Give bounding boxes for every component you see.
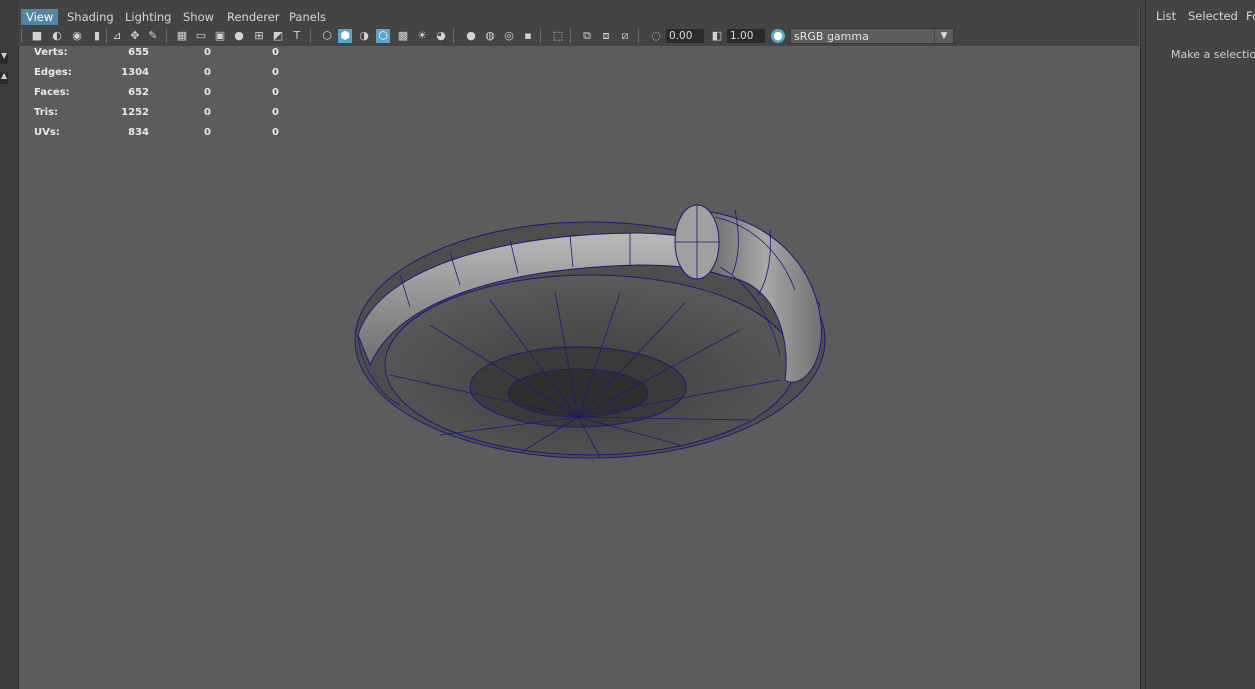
hud-value: 0 [272,47,279,58]
hud-value: 0 [204,107,211,118]
menu-list[interactable]: List [1156,9,1176,23]
textured-icon[interactable]: ▩ [396,29,410,43]
xray-active-components-icon[interactable]: ⧄ [618,29,632,43]
menu-selected[interactable]: Selected [1188,9,1238,23]
3d-mesh-model[interactable] [340,195,860,475]
gamma-field[interactable]: 1.00 [727,29,765,43]
chevron-down-icon: ▼ [934,29,953,43]
depth-of-field-icon[interactable]: ▪ [521,29,535,43]
hud-value: 0 [204,87,211,98]
safe-title-icon[interactable]: T [290,29,304,43]
color-space-select[interactable]: sRGB gamma ▼ [790,28,954,44]
grease-pencil-icon[interactable]: ✎ [146,29,160,43]
expand-handle[interactable]: ▲ [0,72,8,84]
lights-icon[interactable]: ☀ [415,29,429,43]
triangle-down-icon: ▼ [1,51,8,60]
hud-value: 0 [272,127,279,138]
bookmark-icon[interactable]: ▮ [90,29,104,43]
grid-icon[interactable]: ▦ [175,29,189,43]
camera-attributes-icon[interactable]: ◐ [50,29,64,43]
menu-view[interactable]: View [21,9,59,25]
hud-label: Tris: [34,107,59,118]
resolution-gate-icon[interactable]: ▣ [213,29,227,43]
hud-value: 0 [272,67,279,78]
motion-blur-icon[interactable]: ◍ [483,29,497,43]
viewport-toolbar: ■ ◐ ◉ ▮ ⊿ ✥ ✎ ▦ ▭ ▣ ● ⊞ ◩ T ⬡ ⬢ ◑ ⬡ ▩ ☀ … [18,26,1139,46]
menu-show[interactable]: Show [178,9,219,25]
hud-value: 655 [128,47,149,58]
hud-row-uvs: UVs: 834 0 0 [34,127,294,141]
default-material-icon[interactable]: ◑ [357,29,371,43]
image-plane-icon[interactable]: ⊿ [110,29,124,43]
hud-value: 0 [204,67,211,78]
hud-row-tris: Tris: 1252 0 0 [34,107,294,121]
anti-aliasing-icon[interactable]: ◎ [502,29,516,43]
isolate-select-icon[interactable]: ⬚ [551,29,565,43]
hud-label: Verts: [34,47,68,58]
hud-value: 1252 [121,107,149,118]
hud-value: 0 [272,87,279,98]
film-gate-icon[interactable]: ▭ [194,29,208,43]
hud-value: 834 [128,127,149,138]
screen-space-ao-icon[interactable]: ● [464,29,478,43]
xray-icon[interactable]: ⧉ [580,29,594,43]
menu-renderer[interactable]: Renderer [222,9,285,25]
smooth-shade-icon[interactable]: ⬢ [338,29,352,43]
hud-value: 0 [272,107,279,118]
menu-shading[interactable]: Shading [62,9,119,25]
left-tool-strip: ▼ ▲ [0,0,18,689]
wireframe-icon[interactable]: ⬡ [320,29,334,43]
collapse-handle[interactable]: ▼ [0,52,8,64]
hud-row-edges: Edges: 1304 0 0 [34,67,294,81]
select-camera-icon[interactable]: ■ [30,29,44,43]
hud-label: Faces: [34,87,70,98]
viewport-menubar: View Shading Lighting Show Renderer Pane… [18,7,1139,26]
color-space-value: sRGB gamma [794,30,869,43]
xray-joints-icon[interactable]: ⧈ [599,29,613,43]
hud-row-faces: Faces: 652 0 0 [34,87,294,101]
shadows-icon[interactable]: ◕ [434,29,448,43]
selection-hint: Make a selection [1171,48,1255,61]
field-chart-icon[interactable]: ⊞ [252,29,266,43]
menu-focus[interactable]: Fo [1246,9,1255,23]
gate-mask-icon[interactable]: ● [232,29,246,43]
exposure-icon[interactable]: ◌ [649,29,663,43]
menu-panels[interactable]: Panels [284,9,331,25]
camera-icon[interactable]: ◉ [70,29,84,43]
hud-row-verts: Verts: 655 0 0 [34,47,294,61]
hud-label: Edges: [34,67,72,78]
color-management-icon[interactable]: ● [771,29,785,43]
menu-lighting[interactable]: Lighting [120,9,176,25]
hud-value: 652 [128,87,149,98]
2d-pan-zoom-icon[interactable]: ✥ [128,29,142,43]
hud-value: 0 [204,47,211,58]
exposure-field[interactable]: 0.00 [666,29,704,43]
safe-action-icon[interactable]: ◩ [271,29,285,43]
wireframe-on-shaded-icon[interactable]: ⬡ [376,29,390,43]
gamma-icon[interactable]: ◧ [710,29,724,43]
triangle-up-icon: ▲ [1,71,8,80]
hud-value: 1304 [121,67,149,78]
hud-label: UVs: [34,127,60,138]
outliner-panel: List Selected Fo Make a selection [1145,0,1255,689]
hud-value: 0 [204,127,211,138]
